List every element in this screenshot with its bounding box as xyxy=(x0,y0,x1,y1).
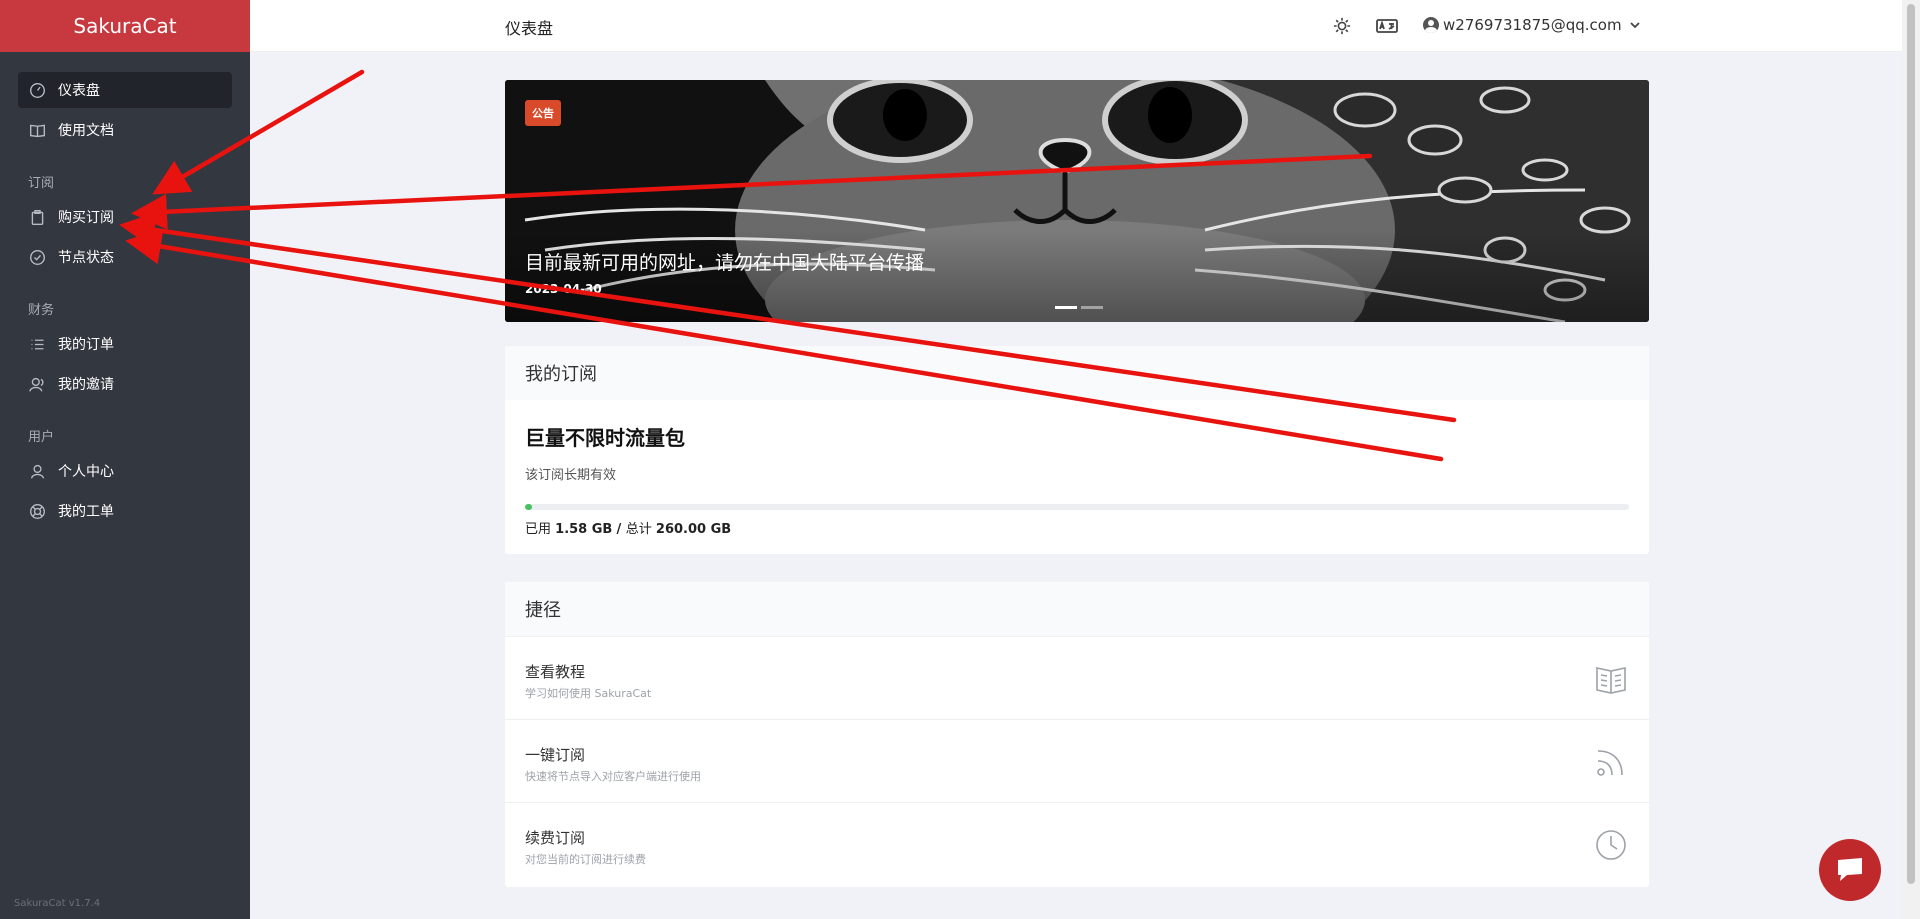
subscription-card-title: 我的订阅 xyxy=(505,346,1649,400)
brand-logo[interactable]: SakuraCat xyxy=(0,0,250,52)
sidebar-item-label: 我的订单 xyxy=(58,337,114,353)
nav-heading-user: 用户 xyxy=(28,430,55,445)
app-version: SakuraCat v1.7.4 xyxy=(14,898,101,909)
page-title: 仪表盘 xyxy=(505,19,554,38)
shortcut-desc: 快速将节点导入对应客户端进行使用 xyxy=(525,770,701,783)
avatar-icon xyxy=(1423,17,1439,33)
sidebar-nav: 仪表盘 使用文档 订阅 购买订阅 节点状态 财务 我的订单 我的邀请 用户 个人… xyxy=(0,52,250,529)
plan-validity: 该订阅长期有效 xyxy=(525,468,617,483)
user-email: w2769731875@qq.com xyxy=(1443,16,1622,34)
chevron-down-icon xyxy=(1629,22,1640,29)
clock-icon xyxy=(1593,827,1629,863)
top-header: 仪表盘 w2769731875@qq.com xyxy=(250,0,1902,52)
sidebar-item-label: 购买订阅 xyxy=(58,210,114,226)
announcement-title[interactable]: 目前最新可用的网址，请勿在中国大陆平台传播 xyxy=(525,248,924,275)
cat-illustration xyxy=(505,80,1649,322)
chat-bubble-icon xyxy=(1838,858,1862,881)
nav-heading-subscription: 订阅 xyxy=(28,176,55,191)
page-scrollbar[interactable] xyxy=(1902,0,1920,919)
sidebar-item-label: 我的邀请 xyxy=(58,377,114,393)
carousel-dot[interactable] xyxy=(1055,306,1077,309)
sidebar-item-profile[interactable]: 个人中心 xyxy=(18,453,232,489)
theme-toggle-button[interactable] xyxy=(1333,15,1351,37)
shortcut-desc: 对您当前的订阅进行续费 xyxy=(525,853,646,866)
carousel-dot[interactable] xyxy=(1081,306,1103,309)
lifebuoy-icon xyxy=(28,502,46,520)
live-chat-button[interactable] xyxy=(1819,839,1881,901)
shortcuts-card: 捷径 查看教程 学习如何使用 SakuraCat 一键订阅 快速将节点导入对应客… xyxy=(505,582,1649,887)
book-icon xyxy=(28,121,46,139)
sidebar-item-node-status[interactable]: 节点状态 xyxy=(18,239,232,275)
traffic-usage: 已用 1.58 GB / 总计 260.00 GB xyxy=(525,522,732,537)
subscription-card: 我的订阅 巨量不限时流量包 该订阅长期有效 已用 1.58 GB / 总计 26… xyxy=(505,346,1649,554)
shortcut-desc: 学习如何使用 SakuraCat xyxy=(525,687,652,700)
sidebar-item-label: 个人中心 xyxy=(58,464,114,480)
translate-icon xyxy=(1376,19,1398,33)
shortcut-title: 续费订阅 xyxy=(525,829,586,847)
sidebar-item-tickets[interactable]: 我的工单 xyxy=(18,493,232,529)
shortcut-view-tutorial[interactable]: 查看教程 学习如何使用 SakuraCat xyxy=(505,636,1649,719)
rss-icon xyxy=(1593,744,1629,780)
user-menu[interactable]: w2769731875@qq.com xyxy=(1423,16,1642,34)
sidebar-item-label: 仪表盘 xyxy=(58,83,100,99)
sidebar-item-docs[interactable]: 使用文档 xyxy=(18,112,232,148)
list-icon xyxy=(28,335,46,353)
sidebar-item-buy-subscription[interactable]: 购买订阅 xyxy=(18,199,232,235)
sidebar: SakuraCat 仪表盘 使用文档 订阅 购买订阅 节点状态 财务 我的订单 … xyxy=(0,0,250,919)
clipboard-icon xyxy=(28,208,46,226)
announcement-date: 2023-04-30 xyxy=(525,282,602,296)
shortcut-title: 一键订阅 xyxy=(525,746,586,764)
speedometer-icon xyxy=(28,81,46,99)
sidebar-item-dashboard[interactable]: 仪表盘 xyxy=(18,72,232,108)
user-icon xyxy=(28,462,46,480)
shortcuts-card-title: 捷径 xyxy=(505,582,1649,636)
sidebar-item-orders[interactable]: 我的订单 xyxy=(18,326,232,362)
shortcut-renew-subscription[interactable]: 续费订阅 对您当前的订阅进行续费 xyxy=(505,802,1649,885)
total-value: 260.00 GB xyxy=(655,522,732,537)
announcement-badge: 公告 xyxy=(525,100,561,126)
nav-heading-finance: 财务 xyxy=(28,303,55,318)
sun-icon xyxy=(1333,17,1351,35)
carousel-indicators xyxy=(1055,306,1103,309)
sidebar-item-label: 使用文档 xyxy=(58,123,114,139)
plan-name: 巨量不限时流量包 xyxy=(525,426,685,450)
used-value: 1.58 GB xyxy=(555,522,613,537)
total-label: 总计 xyxy=(625,522,652,537)
book-open-icon xyxy=(1593,661,1629,697)
shortcut-title: 查看教程 xyxy=(525,663,586,681)
language-toggle-button[interactable] xyxy=(1376,15,1398,37)
sidebar-item-label: 节点状态 xyxy=(58,250,114,266)
traffic-progress-fill xyxy=(525,504,532,510)
sidebar-item-invites[interactable]: 我的邀请 xyxy=(18,366,232,402)
scrollbar-thumb[interactable] xyxy=(1907,4,1915,884)
users-icon xyxy=(28,375,46,393)
traffic-progress-bar xyxy=(525,504,1629,510)
announcement-carousel[interactable]: 公告 目前最新可用的网址，请勿在中国大陆平台传播 2023-04-30 xyxy=(505,80,1649,322)
sidebar-item-label: 我的工单 xyxy=(58,504,114,520)
used-label: 已用 xyxy=(525,522,552,537)
shortcut-one-click-subscribe[interactable]: 一键订阅 快速将节点导入对应客户端进行使用 xyxy=(505,719,1649,802)
check-circle-icon xyxy=(28,248,46,266)
